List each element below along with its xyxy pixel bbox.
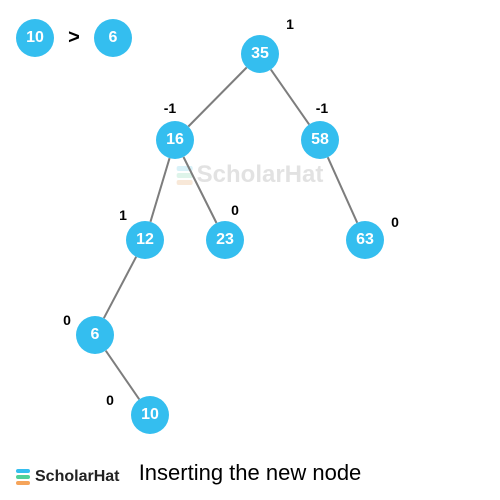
cmp-right-value: 6 [109, 29, 118, 47]
edge [188, 68, 246, 127]
cmp-right-node: 6 [94, 19, 132, 57]
tree-node: 58 [301, 121, 339, 159]
tree-node: 12 [126, 221, 164, 259]
cmp-op: > [68, 27, 80, 50]
cmp-left-node: 10 [16, 19, 54, 57]
tree-node: 35 [241, 35, 279, 73]
balance-factor: -1 [164, 100, 176, 116]
edges-layer [0, 0, 500, 500]
edge [271, 70, 309, 125]
balance-factor: 1 [286, 16, 294, 32]
tree-node: 63 [346, 221, 384, 259]
balance-factor: 1 [119, 207, 127, 223]
tree-node: 10 [131, 396, 169, 434]
balance-factor: -1 [316, 100, 328, 116]
avl-tree-diagram: ScholarHat 10 > 6 35116-158-112123063060… [0, 0, 500, 500]
balance-factor: 0 [391, 214, 399, 230]
edge [328, 157, 357, 222]
cmp-left-value: 10 [26, 29, 44, 47]
tree-node: 23 [206, 221, 244, 259]
brand-icon [16, 469, 30, 485]
tree-node: 6 [76, 316, 114, 354]
tree-node: 16 [156, 121, 194, 159]
brand-text: ScholarHat [35, 468, 119, 486]
balance-factor: 0 [231, 202, 239, 218]
edge [183, 157, 216, 223]
brand: ScholarHat [16, 468, 119, 486]
edge [104, 257, 136, 318]
balance-factor: 0 [63, 312, 71, 328]
edge [150, 158, 169, 222]
balance-factor: 0 [106, 392, 114, 408]
